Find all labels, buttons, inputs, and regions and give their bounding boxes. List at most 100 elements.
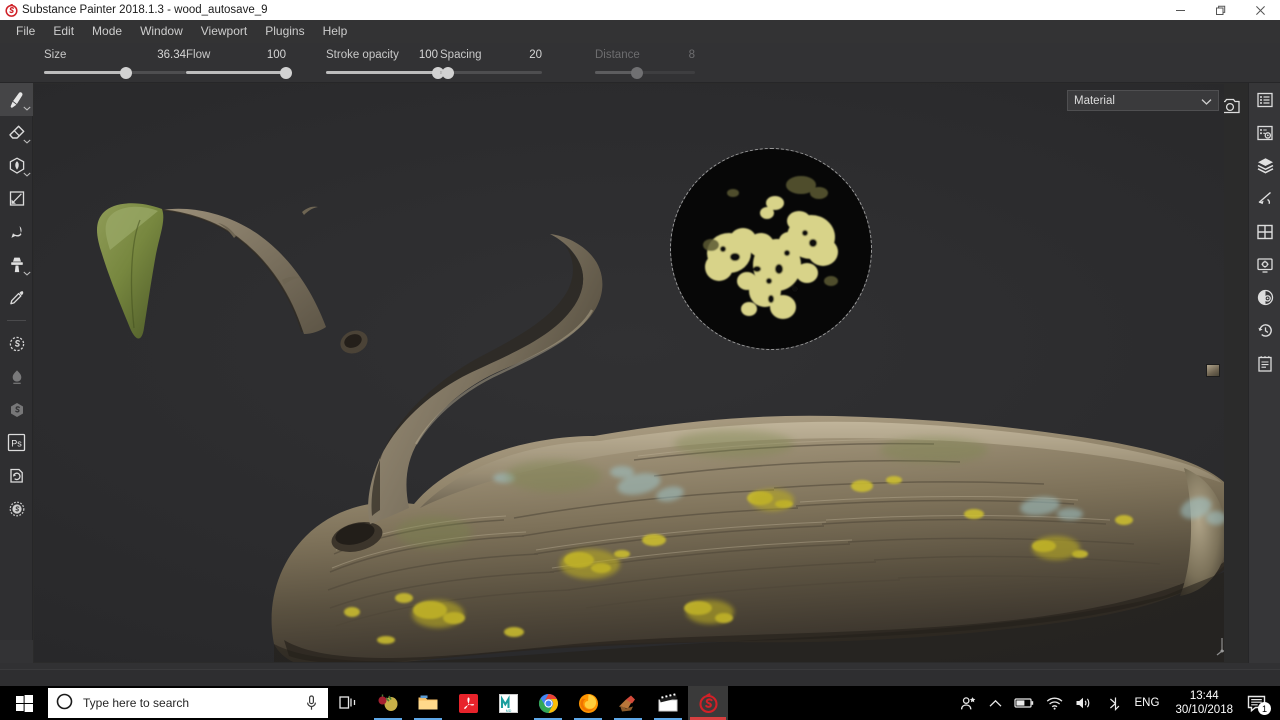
reload-resources-tool[interactable] <box>0 459 33 492</box>
material-color-swatch[interactable] <box>1206 364 1220 377</box>
menu-window[interactable]: Window <box>131 20 192 43</box>
spacing-parameter[interactable]: Spacing 20 <box>440 48 542 79</box>
menu-plugins[interactable]: Plugins <box>256 20 313 43</box>
taskbar-app-zbrush[interactable] <box>368 686 408 720</box>
task-view-icon[interactable] <box>328 686 368 720</box>
search-placeholder: Type here to search <box>83 696 190 710</box>
eyedropper-tool[interactable] <box>0 281 33 314</box>
taskbar-app-blender[interactable] <box>608 686 648 720</box>
stroke-opacity-slider[interactable] <box>326 66 444 79</box>
status-strip <box>0 669 1280 686</box>
menu-bar: File Edit Mode Window Viewport Plugins H… <box>0 20 1280 43</box>
close-button[interactable] <box>1240 0 1280 20</box>
substance-painter-window: Substance Painter 2018.1.3 - wood_autosa… <box>0 0 1280 720</box>
restore-button[interactable] <box>1200 0 1240 20</box>
distance-value: 8 <box>688 49 695 61</box>
taskbar-app-file-explorer[interactable] <box>408 686 448 720</box>
particle-brush-tool[interactable] <box>0 360 33 393</box>
clock-time: 13:44 <box>1189 689 1219 702</box>
show-hidden-icons-chevron[interactable] <box>983 686 1008 720</box>
lichen-stencil-preview[interactable] <box>670 148 872 350</box>
smudge-tool[interactable] <box>0 215 33 248</box>
substance-source-tool[interactable] <box>0 393 33 426</box>
microphone-icon[interactable] <box>305 695 318 714</box>
windows-taskbar: Type here to search MD ENG 13:44 30/10/2… <box>0 686 1280 720</box>
bluetooth-pen-icon[interactable] <box>1099 686 1127 720</box>
size-label: Size <box>44 49 67 61</box>
tree-log-3d-model <box>97 203 1224 662</box>
clock-date: 30/10/2018 <box>1175 704 1233 716</box>
texture-set-list-panel[interactable] <box>1249 215 1280 248</box>
flow-label: Flow <box>186 49 211 61</box>
substance-painter-icon <box>0 0 22 20</box>
system-tray: ENG 13:44 30/10/2018 1 <box>954 686 1280 720</box>
menu-help[interactable]: Help <box>314 20 357 43</box>
size-parameter[interactable]: Size 36.34 <box>44 48 186 79</box>
minimize-button[interactable] <box>1160 0 1200 20</box>
search-input[interactable]: Type here to search <box>48 688 328 718</box>
shader-settings-panel[interactable] <box>1249 281 1280 314</box>
flow-parameter[interactable]: Flow 100 <box>186 48 292 79</box>
polygon-fill-tool[interactable] <box>0 182 33 215</box>
distance-label: Distance <box>595 49 640 61</box>
taskbar-app-acrobat[interactable] <box>448 686 488 720</box>
title-bar: Substance Painter 2018.1.3 - wood_autosa… <box>0 0 1280 20</box>
menu-file[interactable]: File <box>7 20 44 43</box>
tools-rail: Ps <box>0 83 33 663</box>
size-value: 36.34 <box>157 49 186 61</box>
chevron-down-icon <box>1201 97 1212 109</box>
photoshop-plugin-tool[interactable]: Ps <box>0 426 33 459</box>
flow-value: 100 <box>266 49 286 61</box>
menu-viewport[interactable]: Viewport <box>192 20 256 43</box>
windows-start-icon[interactable] <box>0 686 48 720</box>
paint-brush-caret-icon[interactable] <box>23 100 31 114</box>
material-dropdown[interactable]: Material <box>1067 90 1219 111</box>
clone-stamp-tool[interactable] <box>0 248 33 281</box>
taskbar-app-marvelous-designer[interactable]: MD <box>488 686 528 720</box>
distance-parameter: Distance 8 <box>595 48 695 79</box>
svg-text:Ps: Ps <box>11 438 22 448</box>
spacing-slider[interactable] <box>440 66 542 79</box>
battery-icon[interactable] <box>1008 686 1040 720</box>
substance-share-tool[interactable] <box>0 492 33 525</box>
tools-rail-divider <box>6 320 26 321</box>
taskbar-app-chrome[interactable] <box>528 686 568 720</box>
substance-bake-tool[interactable] <box>0 327 33 360</box>
log-panel[interactable] <box>1249 347 1280 380</box>
spacing-label: Spacing <box>440 49 482 61</box>
projection-tool[interactable] <box>0 149 33 182</box>
shelf-list-panel[interactable] <box>1249 83 1280 116</box>
taskbar-app-movie-maker[interactable] <box>648 686 688 720</box>
language-indicator[interactable]: ENG <box>1127 697 1168 709</box>
action-center-icon[interactable]: 1 <box>1241 686 1276 720</box>
eraser-tool[interactable] <box>0 116 33 149</box>
eraser-caret-icon[interactable] <box>23 133 31 147</box>
notification-badge: 1 <box>1258 702 1271 715</box>
taskbar-app-substance-painter[interactable] <box>688 686 728 720</box>
menu-mode[interactable]: Mode <box>83 20 131 43</box>
layers-panel[interactable] <box>1249 149 1280 182</box>
paint-brush-tool[interactable] <box>0 83 33 116</box>
history-panel[interactable] <box>1249 314 1280 347</box>
people-icon[interactable] <box>954 686 983 720</box>
wifi-icon[interactable] <box>1040 686 1069 720</box>
clone-stamp-caret-icon[interactable] <box>23 265 31 279</box>
volume-icon[interactable] <box>1069 686 1099 720</box>
projection-caret-icon[interactable] <box>23 166 31 180</box>
brush-properties-panel[interactable] <box>1249 182 1280 215</box>
flow-slider[interactable] <box>186 66 292 79</box>
size-slider[interactable] <box>44 66 186 79</box>
display-settings-panel[interactable] <box>1249 248 1280 281</box>
menu-edit[interactable]: Edit <box>44 20 83 43</box>
3d-viewport[interactable]: Material <box>34 84 1224 662</box>
window-title: Substance Painter 2018.1.3 - wood_autosa… <box>22 4 268 16</box>
cortana-circle-icon <box>56 693 73 713</box>
taskbar-app-firefox[interactable] <box>568 686 608 720</box>
svg-text:MD: MD <box>505 709 511 713</box>
panels-rail <box>1248 83 1280 663</box>
texture-set-settings-panel[interactable] <box>1249 116 1280 149</box>
stroke-opacity-parameter[interactable]: Stroke opacity 100 <box>326 48 444 79</box>
tools-rail-footer <box>0 640 33 663</box>
taskbar-clock[interactable]: 13:44 30/10/2018 <box>1167 686 1241 720</box>
spacing-value: 20 <box>529 49 542 61</box>
